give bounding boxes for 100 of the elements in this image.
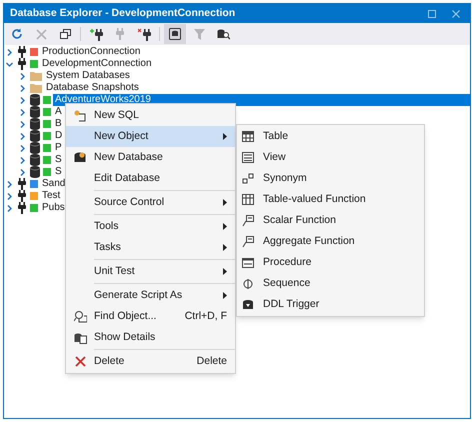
submenu-caret-icon: [223, 268, 227, 275]
expand-chevron-icon[interactable]: [19, 156, 26, 164]
tree-item[interactable]: A: [53, 106, 64, 118]
expand-chevron-icon[interactable]: [6, 204, 13, 212]
menu-item[interactable]: Tasks: [66, 237, 235, 258]
menu-item[interactable]: Table: [237, 126, 424, 147]
menu-item-label: Edit Database: [94, 170, 160, 186]
new-sql-icon: [74, 110, 86, 122]
expand-chevron-icon[interactable]: [19, 168, 26, 176]
menu-item-label: Show Details: [94, 330, 156, 345]
submenu-caret-icon: [223, 244, 227, 251]
menu-item[interactable]: Scalar Function: [237, 210, 424, 231]
menu-item-label: New Object: [94, 128, 148, 144]
tree-item[interactable]: Pubs: [40, 202, 67, 214]
menu-item-label: DDL Trigger: [263, 296, 320, 312]
procedure-icon: [242, 256, 254, 268]
expand-chevron-icon[interactable]: [19, 144, 26, 152]
menu-item-label: Find Object...: [94, 308, 156, 324]
expand-chevron-icon[interactable]: [6, 180, 13, 188]
tree-item[interactable]: System Databases: [44, 70, 132, 82]
menu-item-label: Tools: [94, 218, 119, 234]
function-icon: [242, 236, 254, 248]
expand-chevron-icon[interactable]: [19, 108, 26, 116]
close-icon: [36, 28, 46, 40]
plug-icon: [17, 58, 27, 70]
menu-item[interactable]: Sequence: [237, 273, 424, 294]
tree-item[interactable]: B: [53, 118, 64, 130]
menu-item[interactable]: Aggregate Function: [237, 231, 424, 252]
plug-icon: [17, 178, 27, 190]
tree-item[interactable]: AdventureWorks2019: [53, 94, 470, 106]
maximize-icon[interactable]: [428, 10, 436, 18]
menu-item[interactable]: Delete Delete: [66, 348, 235, 372]
menu-item-label: Table-valued Function: [263, 192, 366, 207]
menu-item[interactable]: Synonym: [237, 168, 424, 189]
tree-item[interactable]: P: [53, 142, 64, 154]
menu-item[interactable]: View: [237, 147, 424, 168]
expand-chevron-icon[interactable]: [19, 120, 26, 128]
sequence-icon: [242, 278, 254, 290]
database-search-icon: [216, 28, 230, 40]
tree-item[interactable]: DevelopmentConnection: [40, 58, 154, 70]
expand-chevron-icon[interactable]: [19, 132, 26, 140]
plug-icon: [17, 46, 27, 58]
menu-item-label: Tasks: [94, 240, 121, 255]
view-icon: [242, 152, 254, 164]
menu-item-label: Generate Script As: [94, 288, 182, 303]
copy-icon: [60, 28, 70, 40]
menu-item-label: Scalar Function: [263, 212, 336, 228]
menu-item[interactable]: Tools: [66, 213, 235, 237]
tree-item[interactable]: Database Snapshots: [44, 82, 141, 94]
expand-chevron-down-icon[interactable]: [6, 60, 13, 68]
plug-remove-icon: [138, 28, 150, 40]
menu-item[interactable]: Generate Script As: [66, 282, 235, 306]
tree-item[interactable]: Sand: [40, 178, 68, 190]
menu-item[interactable]: Table-valued Function: [237, 189, 424, 210]
menu-item[interactable]: Unit Test: [66, 258, 235, 282]
menu-item[interactable]: New SQL: [66, 105, 235, 126]
database-icon: [30, 118, 40, 130]
submenu-caret-icon: [223, 199, 227, 206]
menu-item-label: Procedure: [263, 254, 312, 270]
toolbar-button[interactable]: [164, 24, 186, 44]
menu-item[interactable]: New Database: [66, 147, 235, 168]
menu-item[interactable]: Edit Database: [66, 168, 235, 189]
tree-item[interactable]: S: [53, 154, 64, 166]
menu-item-label: Unit Test: [94, 264, 135, 279]
submenu-caret-icon: [223, 133, 227, 140]
expand-chevron-icon[interactable]: [19, 96, 26, 104]
menu-item[interactable]: Show Details: [66, 327, 235, 348]
submenu-caret-icon: [223, 223, 227, 230]
tree-item[interactable]: D: [53, 130, 64, 142]
delete-icon: [74, 356, 86, 367]
database-icon: [30, 94, 40, 106]
trigger-icon: [242, 298, 254, 310]
database-icon: [30, 166, 40, 178]
menu-item[interactable]: Source Control: [66, 189, 235, 213]
database-icon: [30, 130, 40, 142]
window-title: Database Explorer - DevelopmentConnection: [10, 6, 236, 21]
menu-item[interactable]: Procedure: [237, 252, 424, 273]
database-icon: [30, 154, 40, 166]
close-icon[interactable]: [452, 10, 460, 18]
submenu-caret-icon: [223, 292, 227, 299]
expand-chevron-icon[interactable]: [6, 48, 13, 56]
plug-icon: [17, 202, 27, 214]
tree-item[interactable]: ProductionConnection: [40, 46, 142, 58]
menu-item[interactable]: New Object: [66, 126, 235, 147]
database-add-icon: [74, 152, 86, 164]
folder-icon: [30, 71, 42, 81]
details-icon: [74, 332, 86, 344]
expand-chevron-icon[interactable]: [6, 192, 13, 200]
menu-item[interactable]: Find Object... Ctrl+D, F: [66, 306, 235, 327]
database-icon: [30, 142, 40, 154]
menu-item[interactable]: DDL Trigger: [237, 294, 424, 315]
expand-chevron-icon[interactable]: [19, 84, 26, 92]
tree-item[interactable]: S: [53, 166, 64, 178]
tree-item[interactable]: Test: [40, 190, 62, 202]
expand-chevron-icon[interactable]: [19, 72, 26, 80]
refresh-icon: [11, 28, 23, 40]
find-icon: [74, 310, 86, 323]
function-icon: [242, 214, 254, 226]
menu-item-label: New SQL: [94, 108, 139, 123]
menu-item-label: Delete: [94, 354, 124, 369]
